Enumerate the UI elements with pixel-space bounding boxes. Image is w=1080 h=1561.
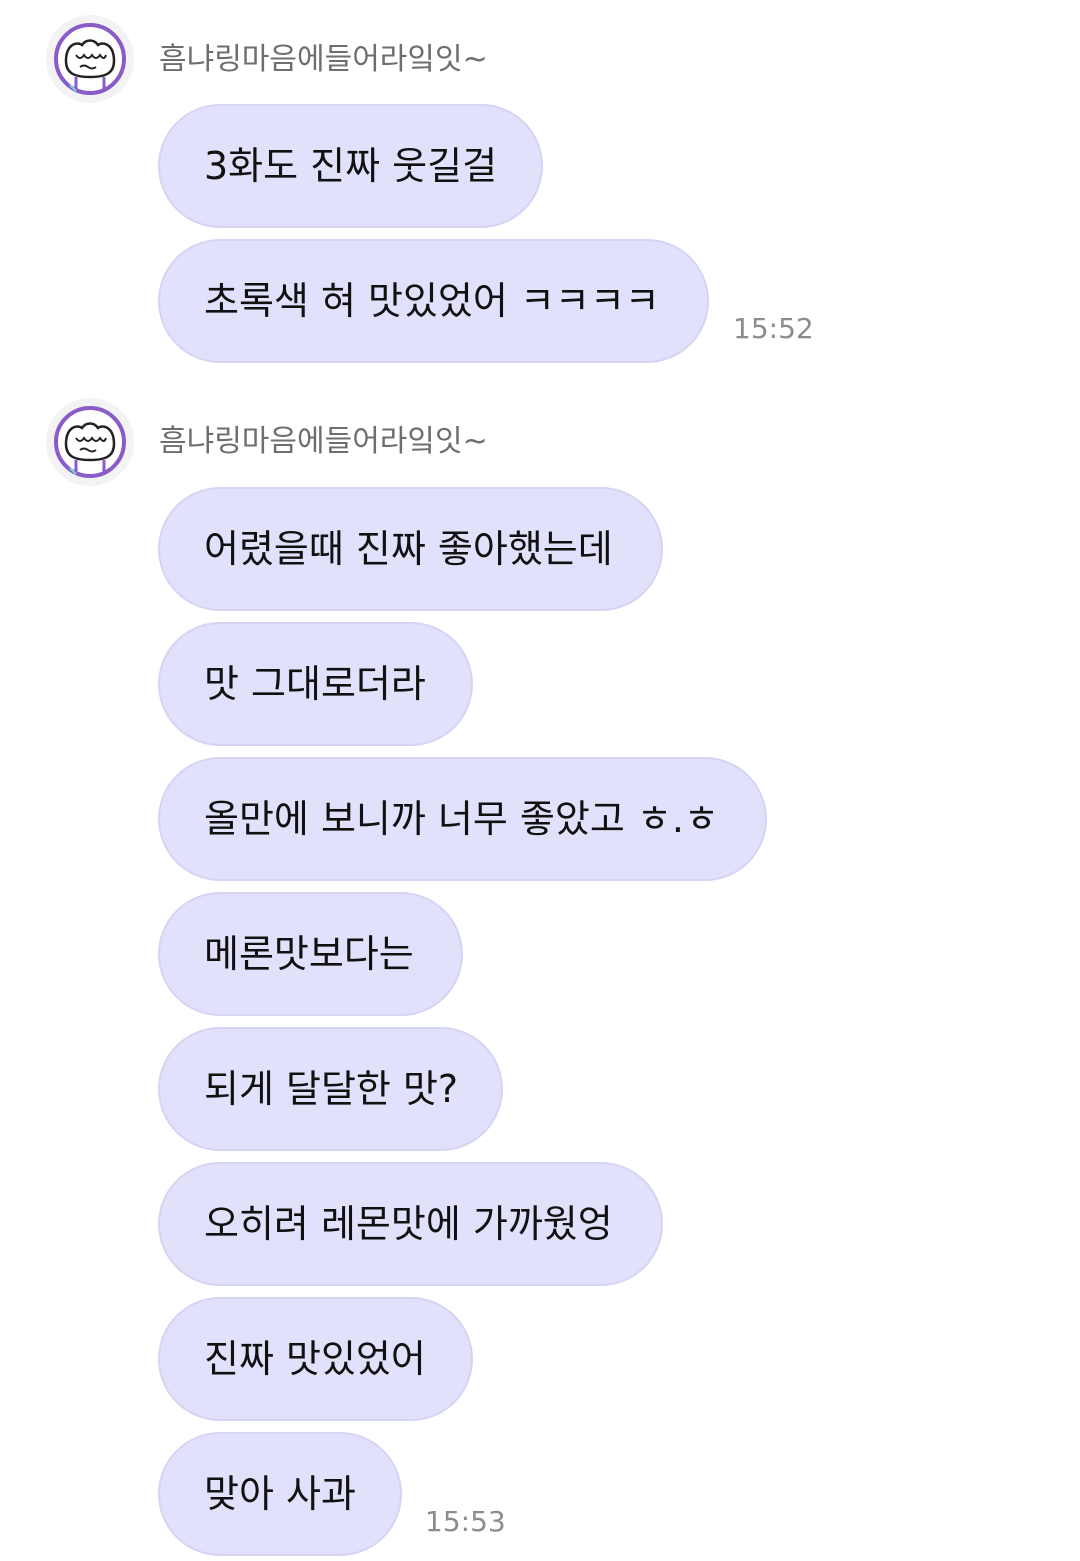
message-bubble[interactable]: 어렸을때 진짜 좋아했는데 (158, 487, 663, 611)
sender-name: 흠냐링마음에들어라잌잇~ (159, 42, 488, 77)
message-bubble[interactable]: 맛 그대로더라 (158, 622, 473, 746)
message-bubble[interactable]: 메론맛보다는 (158, 892, 463, 1016)
message-bubble[interactable]: 되게 달달한 맛? (158, 1027, 503, 1151)
doodle-face-icon (54, 406, 126, 478)
message-bubble[interactable]: 진짜 맛있었어 (158, 1297, 473, 1421)
message-bubble[interactable]: 올만에 보니까 너무 좋았고 ㅎ.ㅎ (158, 757, 767, 881)
message-bubble[interactable]: 초록색 혀 맛있었어 ㅋㅋㅋㅋ (158, 239, 709, 363)
doodle-face-icon (54, 23, 126, 95)
message-timestamp: 15:53 (425, 1505, 506, 1538)
message-bubble[interactable]: 오히려 레몬맛에 가까웠엉 (158, 1162, 663, 1286)
sender-avatar[interactable] (46, 15, 134, 103)
message-timestamp: 15:52 (733, 312, 814, 345)
sender-name: 흠냐링마음에들어라잌잇~ (159, 424, 488, 459)
message-bubble[interactable]: 3화도 진짜 웃길걸 (158, 104, 543, 228)
sender-avatar[interactable] (46, 398, 134, 486)
message-bubble[interactable]: 맞아 사과 (158, 1432, 402, 1556)
